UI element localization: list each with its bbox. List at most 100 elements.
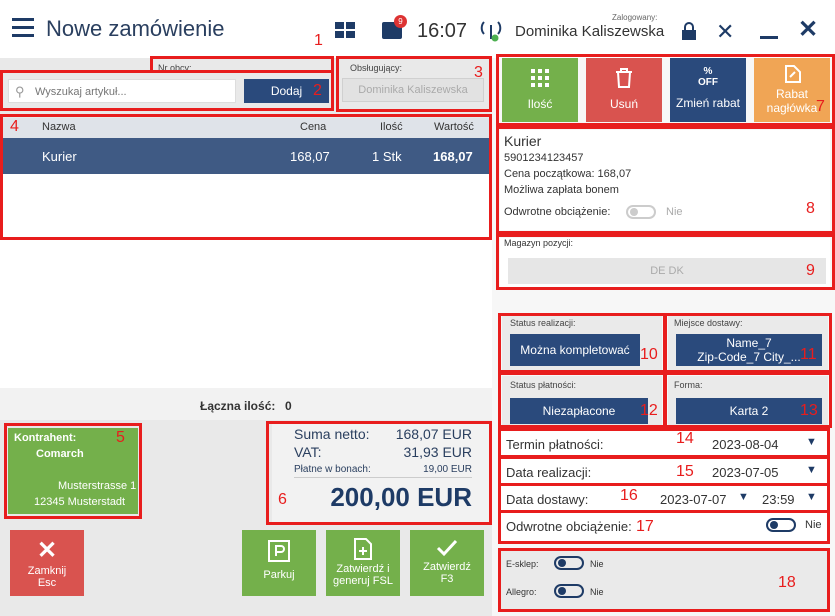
annotation-num-16: 16 (620, 487, 638, 504)
annotation-num-18: 18 (778, 574, 796, 591)
annotation-num-4: 4 (10, 118, 19, 135)
net-label: Suma netto: (294, 426, 370, 442)
realization-status-label: Status realizacji: (510, 318, 576, 328)
warehouse-label: Magazyn pozycji: (504, 238, 574, 248)
discount-tag-icon (785, 65, 801, 83)
realization-status-cell: Status realizacji: Można kompletować (502, 316, 662, 370)
warehouse-section: Magazyn pozycji: DE DK (500, 238, 830, 288)
chevron-down-icon[interactable]: ▼ (806, 436, 817, 448)
eshop-label: E-sklep: (506, 559, 539, 569)
payment-status-cell: Status płatności: Niezapłacone (502, 376, 662, 430)
vat-value: 31,93 EUR (403, 444, 472, 460)
totals-panel: Suma netto: 168,07 EUR VAT: 31,93 EUR Pł… (272, 424, 492, 522)
col-value[interactable]: Wartość (434, 121, 474, 133)
payment-due-label: Termin płatności: (506, 437, 604, 452)
realization-status-button[interactable]: Można kompletować (510, 334, 640, 366)
reverse-charge-value: Nie (805, 519, 822, 531)
logged-in-user[interactable]: Dominika Kaliszewska (515, 23, 664, 40)
client-label: Kontrahent: (14, 432, 77, 444)
table-row[interactable]: Kurier 168,07 1 Stk 168,07 (0, 138, 492, 174)
eshop-toggle[interactable] (554, 556, 584, 570)
annotation-num-8: 8 (806, 200, 815, 217)
change-discount-button[interactable]: % OFF Zmień rabat (670, 58, 746, 122)
net-value: 168,07 EUR (395, 426, 472, 442)
annotation-num-13: 13 (800, 402, 818, 419)
chevron-down-icon[interactable]: ▼ (806, 491, 817, 503)
voucher-label: Płatne w bonach: (294, 464, 371, 475)
service-select[interactable]: Dominika Kaliszewska (342, 78, 484, 102)
logged-in-caption: Zalogowany: (612, 13, 658, 22)
realization-date-value: 2023-07-05 (712, 465, 779, 480)
close-order-button[interactable]: ✕ Zamknij Esc (10, 530, 84, 596)
delivery-time-value: 23:59 (762, 492, 795, 507)
totals-divider (294, 477, 472, 478)
checkmark-icon (436, 539, 458, 557)
search-input[interactable] (35, 83, 231, 100)
discount-off-icon: % OFF (698, 66, 718, 88)
total-qty-value: 0 (285, 399, 292, 413)
confirm-button[interactable]: Zatwierdź F3 (410, 530, 484, 596)
grid-icon (531, 69, 549, 87)
trash-icon (616, 68, 632, 88)
payment-status-label: Status płatności: (510, 380, 577, 390)
change-discount-label: Zmień rabat (675, 96, 741, 110)
allegro-toggle[interactable] (554, 584, 584, 598)
lock-icon[interactable] (680, 22, 698, 40)
chevron-down-icon[interactable]: ▼ (738, 491, 749, 503)
connection-icon (480, 21, 502, 42)
confirm-generate-fsl-button[interactable]: Zatwierdź i generuj FSL (326, 530, 400, 596)
product-reverse-toggle[interactable] (626, 205, 656, 219)
park-button[interactable]: Parkuj (242, 530, 316, 596)
park-label: Parkuj (263, 569, 295, 581)
vat-label: VAT: (294, 444, 322, 460)
delivery-date-label: Data dostawy: (506, 492, 589, 507)
client-city: 12345 Musterstadt (34, 496, 126, 508)
annotation-num-2: 2 (313, 82, 322, 99)
payment-form-label: Forma: (674, 380, 703, 390)
payment-status-button[interactable]: Niezapłacone (510, 398, 648, 424)
chevron-down-icon[interactable]: ▼ (806, 464, 817, 476)
annotation-num-3: 3 (474, 64, 483, 81)
document-plus-icon (354, 538, 372, 560)
search-field[interactable]: ⚲ (8, 79, 236, 103)
col-qty[interactable]: Ilość (380, 121, 403, 133)
voucher-value: 19,00 EUR (423, 464, 472, 475)
close-x-icon: ✕ (36, 537, 58, 564)
tiles-icon[interactable] (335, 22, 355, 40)
delete-label: Usuń (609, 97, 638, 111)
total-qty-label: Łączna ilość: (200, 399, 276, 413)
row-name: Kurier (42, 149, 77, 164)
delete-button[interactable]: Usuń (586, 58, 662, 122)
col-price[interactable]: Cena (300, 121, 326, 133)
confirm-label: Zatwierdź (423, 561, 471, 573)
product-voucher: Możliwa zapłata bonem (504, 184, 619, 196)
product-start-price: Cena początkowa: 168,07 (504, 168, 632, 180)
product-name: Kurier (504, 133, 542, 149)
product-details: Kurier 5901234123457 Cena początkowa: 16… (500, 130, 830, 230)
allegro-label: Allegro: (506, 587, 537, 597)
annotation-num-1: 1 (314, 32, 323, 49)
warehouse-select[interactable]: DE DK (508, 258, 826, 284)
row-qty: 1 Stk (372, 149, 402, 164)
product-ean: 5901234123457 (504, 152, 584, 164)
annotation-num-5: 5 (116, 429, 125, 446)
annotation-num-14: 14 (676, 430, 694, 447)
hamburger-menu-icon[interactable] (12, 18, 34, 38)
client-street: Musterstrasse 1 (58, 480, 137, 492)
reverse-charge-field: Odwrotne obciążenie: Nie (500, 513, 830, 541)
annotation-num-10: 10 (640, 346, 658, 363)
search-icon: ⚲ (15, 84, 25, 99)
grand-total: 200,00 EUR (330, 482, 472, 512)
col-name[interactable]: Nazwa (42, 121, 76, 133)
quantity-button[interactable]: Ilość (502, 58, 578, 122)
reverse-charge-toggle[interactable] (766, 518, 796, 532)
realization-date-field[interactable]: Data realizacji: 2023-07-05 ▼ (500, 459, 830, 484)
close-icon[interactable]: ✕ (798, 15, 818, 44)
items-table-body (0, 174, 492, 388)
total-quantity: Łączna ilość: 0 (0, 388, 492, 420)
minimize-icon[interactable] (760, 36, 778, 39)
tools-icon[interactable]: ✕ (716, 19, 734, 45)
delivery-date-field[interactable]: Data dostawy: 2023-07-07 ▼ 23:59 ▼ (500, 486, 830, 511)
payment-due-field[interactable]: Termin płatności: 2023-08-04 ▼ (500, 431, 830, 456)
annotation-num-9: 9 (806, 262, 815, 279)
